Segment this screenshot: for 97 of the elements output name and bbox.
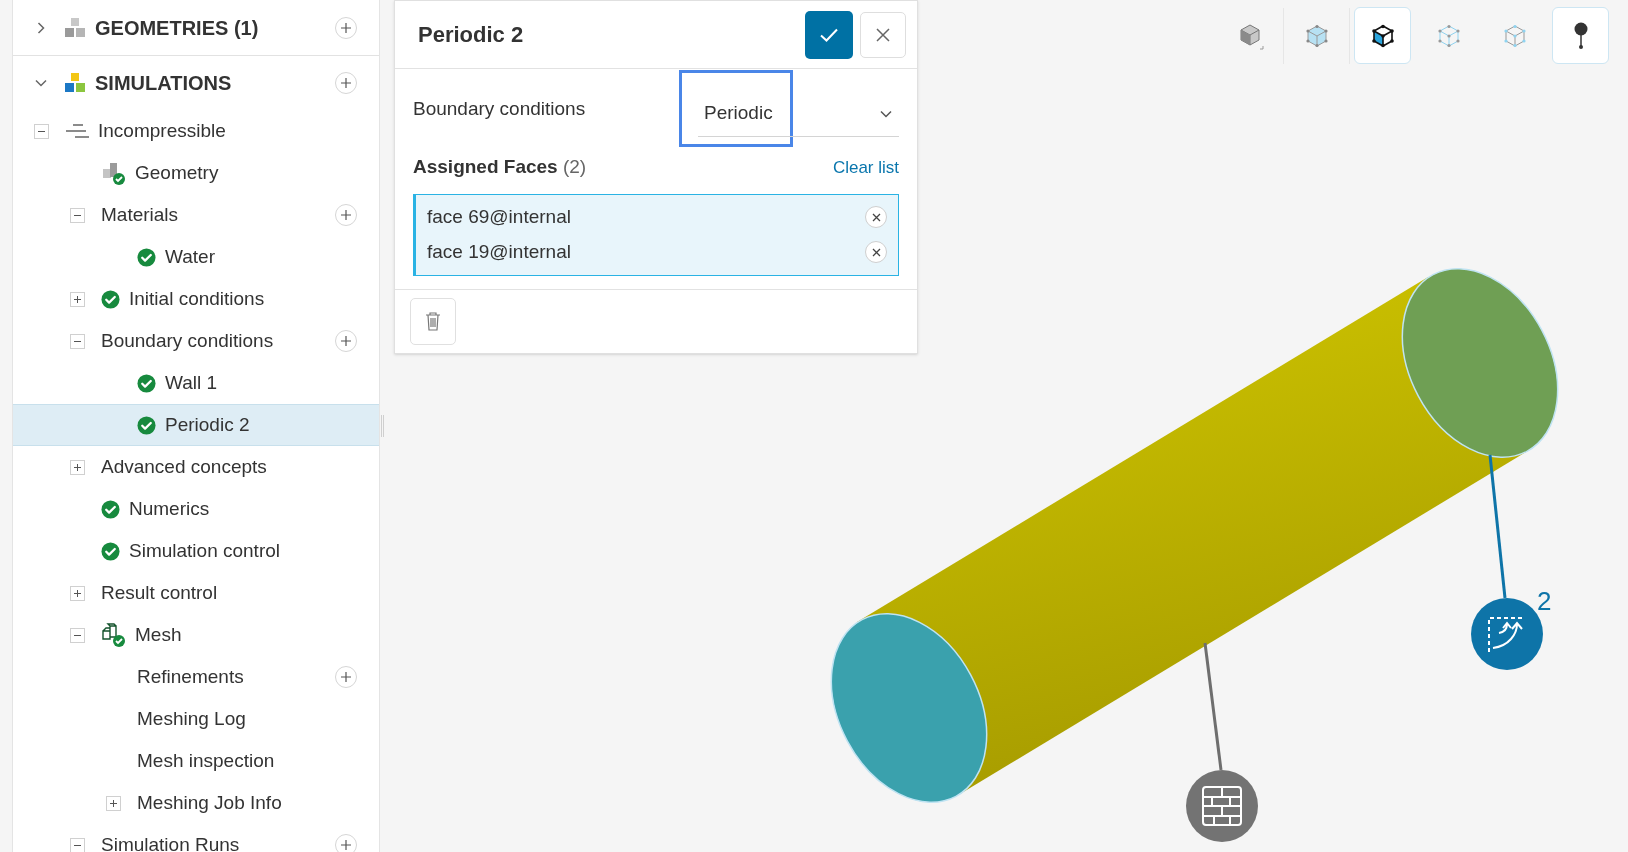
plus-icon [341, 210, 351, 220]
add-button[interactable] [335, 16, 357, 39]
tree-label: Incompressible [98, 118, 226, 143]
add-button[interactable] [335, 204, 357, 226]
cubes-icon [63, 71, 87, 95]
plus-icon [341, 78, 351, 88]
close-icon [871, 247, 881, 257]
add-button[interactable] [335, 330, 357, 352]
section-heading: SIMULATIONS [95, 71, 232, 96]
tree-label: Simulation Runs [101, 832, 240, 852]
tree-item[interactable]: Boundary conditions [13, 320, 379, 362]
cube-icon [1304, 23, 1329, 48]
tree-item[interactable]: Simulation Runs [13, 824, 379, 852]
tree-label: Numerics [129, 496, 210, 521]
tree-item[interactable]: Geometry [13, 152, 379, 194]
tree-item[interactable]: Meshing Log [13, 698, 379, 740]
tree-item[interactable]: Mesh [13, 614, 379, 656]
tree-label: Periodic 2 [165, 412, 250, 437]
cube-icon [1502, 23, 1527, 48]
check-circle-icon [137, 415, 156, 435]
tree-item[interactable]: Materials [13, 194, 379, 236]
face-name: face 19@internal [427, 239, 571, 264]
expand-toggle[interactable] [70, 585, 85, 601]
face-name: face 69@internal [427, 204, 571, 229]
clear-list-link[interactable]: Clear list [832, 154, 899, 180]
check-circle-icon [137, 247, 156, 267]
tree-item[interactable]: Result control [13, 572, 379, 614]
tree-item[interactable]: Incompressible [13, 110, 379, 152]
dropdown-field[interactable]: Periodic [698, 91, 899, 137]
plus-icon [73, 588, 82, 598]
tree-label: Wall 1 [165, 370, 218, 395]
section-heading: GEOMETRIES (1) [95, 15, 259, 41]
plus-icon [341, 22, 351, 33]
tree-label: Result control [101, 580, 218, 605]
panel-title: Periodic 2 [418, 21, 524, 49]
tree-item[interactable]: Water [13, 236, 379, 278]
close-icon [875, 26, 891, 43]
cube-icon [1370, 23, 1395, 48]
tree-label: Mesh [135, 622, 182, 647]
wall-marker[interactable] [1186, 642, 1258, 842]
geometry-check-icon [101, 160, 127, 186]
tree-label: Boundary conditions [101, 328, 274, 353]
add-button[interactable] [335, 666, 357, 688]
lines-icon [65, 123, 91, 139]
tree-label: Geometry [135, 160, 219, 185]
check-circle-icon [101, 289, 120, 309]
tree-label: Advanced concepts [101, 454, 267, 479]
marker-count: 2 [1537, 585, 1552, 618]
remove-button[interactable] [865, 206, 887, 228]
plus-icon [109, 798, 118, 808]
expand-toggle[interactable] [70, 459, 85, 475]
plus-icon [341, 672, 351, 682]
collapse-toggle[interactable] [70, 837, 85, 852]
tree-item[interactable]: Periodic 2 [13, 404, 379, 446]
tree-item[interactable]: Refinements [13, 656, 379, 698]
collapse-toggle[interactable] [70, 627, 85, 643]
expand-toggle[interactable] [106, 795, 121, 811]
cubes-icon [63, 15, 87, 40]
confirm-button[interactable] [805, 10, 853, 59]
tree-label: Materials [101, 202, 179, 227]
check-circle-icon [101, 499, 120, 519]
tree-label: Meshing Job Info [137, 790, 282, 815]
view-mode-button[interactable] [1552, 7, 1609, 64]
expand-toggle[interactable] [70, 291, 85, 307]
mesh-check-icon [101, 622, 127, 648]
tree-item[interactable]: Mesh inspection [13, 740, 379, 782]
tree-item[interactable]: Meshing Job Info [13, 782, 379, 824]
add-button[interactable] [335, 834, 357, 852]
plus-icon [73, 462, 82, 472]
pin-icon [1573, 21, 1588, 50]
tree-label: Refinements [137, 664, 244, 689]
cube-icon [1436, 23, 1461, 48]
tree-label: Meshing Log [137, 706, 246, 731]
assigned-faces-label: Assigned Faces (2) [413, 155, 587, 179]
tree-item[interactable]: Simulation control [13, 530, 379, 572]
check-circle-icon [101, 541, 120, 561]
close-icon [871, 212, 881, 222]
tree-label: Simulation control [129, 538, 281, 563]
check-circle-icon [137, 373, 156, 393]
tree-item[interactable]: Initial conditions [13, 278, 379, 320]
field-label: Boundary conditions [413, 96, 587, 121]
plus-icon [73, 294, 82, 304]
add-button[interactable] [335, 72, 357, 94]
remove-button[interactable] [865, 241, 887, 263]
view-mode-button[interactable] [1354, 7, 1411, 64]
tree-label: Water [165, 244, 215, 269]
collapse-toggle[interactable] [34, 123, 49, 139]
tree-label: Initial conditions [129, 286, 265, 311]
tree-label: Mesh inspection [137, 748, 275, 773]
tree-item[interactable]: Numerics [13, 488, 379, 530]
plus-icon [341, 840, 351, 850]
collapse-toggle[interactable] [70, 207, 85, 223]
trash-icon [425, 311, 441, 331]
collapse-toggle[interactable] [70, 333, 85, 349]
tree-item[interactable]: Advanced concepts [13, 446, 379, 488]
plus-icon [341, 336, 351, 346]
tree-item[interactable]: Wall 1 [13, 362, 379, 404]
